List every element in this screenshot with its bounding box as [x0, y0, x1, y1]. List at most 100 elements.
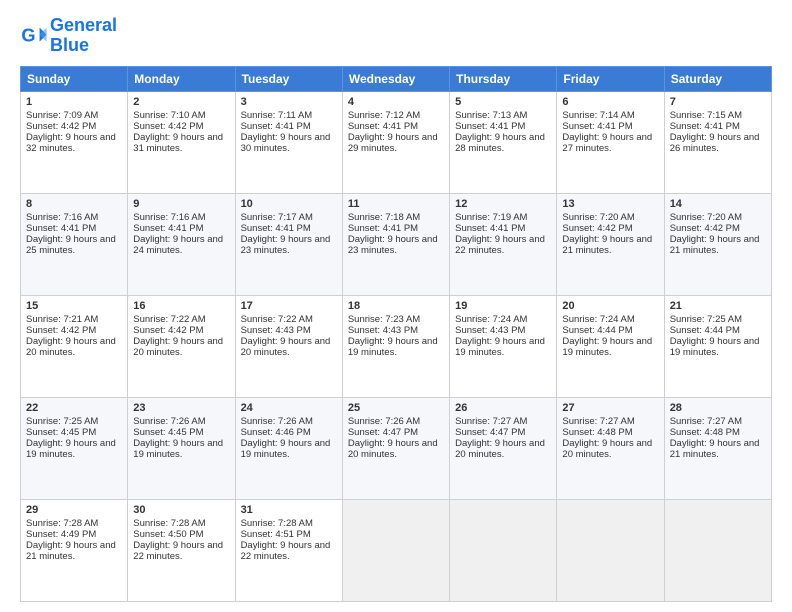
- sunrise: Sunrise: 7:20 AM: [670, 212, 742, 223]
- day-number: 22: [26, 402, 122, 414]
- sunrise: Sunrise: 7:16 AM: [133, 212, 205, 223]
- sunset: Sunset: 4:42 PM: [26, 325, 96, 336]
- sunrise: Sunrise: 7:26 AM: [348, 416, 420, 427]
- sunset: Sunset: 4:50 PM: [133, 529, 203, 540]
- daylight: Daylight: 9 hours and 19 minutes.: [133, 438, 223, 460]
- day-number: 5: [455, 96, 551, 108]
- sunset: Sunset: 4:43 PM: [348, 325, 418, 336]
- sunrise: Sunrise: 7:23 AM: [348, 314, 420, 325]
- sunset: Sunset: 4:51 PM: [241, 529, 311, 540]
- calendar-cell: 7 Sunrise: 7:15 AM Sunset: 4:41 PM Dayli…: [664, 91, 771, 193]
- calendar-cell: 28 Sunrise: 7:27 AM Sunset: 4:48 PM Dayl…: [664, 397, 771, 499]
- daylight: Daylight: 9 hours and 22 minutes.: [455, 234, 545, 256]
- week-row-1: 1 Sunrise: 7:09 AM Sunset: 4:42 PM Dayli…: [21, 91, 772, 193]
- col-header-monday: Monday: [128, 66, 235, 91]
- sunset: Sunset: 4:45 PM: [26, 427, 96, 438]
- calendar-cell: 14 Sunrise: 7:20 AM Sunset: 4:42 PM Dayl…: [664, 193, 771, 295]
- calendar-cell: 17 Sunrise: 7:22 AM Sunset: 4:43 PM Dayl…: [235, 295, 342, 397]
- calendar-cell: 30 Sunrise: 7:28 AM Sunset: 4:50 PM Dayl…: [128, 499, 235, 601]
- calendar-cell: 9 Sunrise: 7:16 AM Sunset: 4:41 PM Dayli…: [128, 193, 235, 295]
- calendar-cell: 24 Sunrise: 7:26 AM Sunset: 4:46 PM Dayl…: [235, 397, 342, 499]
- calendar-cell: 5 Sunrise: 7:13 AM Sunset: 4:41 PM Dayli…: [450, 91, 557, 193]
- day-number: 31: [241, 504, 337, 516]
- sunset: Sunset: 4:43 PM: [241, 325, 311, 336]
- sunrise: Sunrise: 7:27 AM: [670, 416, 742, 427]
- day-number: 19: [455, 300, 551, 312]
- sunrise: Sunrise: 7:25 AM: [26, 416, 98, 427]
- sunrise: Sunrise: 7:12 AM: [348, 110, 420, 121]
- sunrise: Sunrise: 7:10 AM: [133, 110, 205, 121]
- sunrise: Sunrise: 7:27 AM: [455, 416, 527, 427]
- daylight: Daylight: 9 hours and 20 minutes.: [26, 336, 116, 358]
- sunrise: Sunrise: 7:15 AM: [670, 110, 742, 121]
- sunrise: Sunrise: 7:24 AM: [455, 314, 527, 325]
- day-number: 2: [133, 96, 229, 108]
- day-number: 12: [455, 198, 551, 210]
- sunrise: Sunrise: 7:27 AM: [562, 416, 634, 427]
- logo-text: General Blue: [50, 16, 117, 56]
- daylight: Daylight: 9 hours and 19 minutes.: [670, 336, 760, 358]
- sunset: Sunset: 4:41 PM: [562, 121, 632, 132]
- sunrise: Sunrise: 7:22 AM: [133, 314, 205, 325]
- sunrise: Sunrise: 7:26 AM: [133, 416, 205, 427]
- sunset: Sunset: 4:41 PM: [348, 223, 418, 234]
- sunrise: Sunrise: 7:28 AM: [26, 518, 98, 529]
- calendar-cell: 2 Sunrise: 7:10 AM Sunset: 4:42 PM Dayli…: [128, 91, 235, 193]
- daylight: Daylight: 9 hours and 22 minutes.: [241, 540, 331, 562]
- day-number: 17: [241, 300, 337, 312]
- calendar-cell: 16 Sunrise: 7:22 AM Sunset: 4:42 PM Dayl…: [128, 295, 235, 397]
- day-number: 28: [670, 402, 766, 414]
- day-number: 29: [26, 504, 122, 516]
- daylight: Daylight: 9 hours and 22 minutes.: [133, 540, 223, 562]
- daylight: Daylight: 9 hours and 20 minutes.: [133, 336, 223, 358]
- daylight: Daylight: 9 hours and 21 minutes.: [670, 438, 760, 460]
- day-number: 20: [562, 300, 658, 312]
- day-number: 10: [241, 198, 337, 210]
- sunset: Sunset: 4:47 PM: [455, 427, 525, 438]
- calendar-cell: 29 Sunrise: 7:28 AM Sunset: 4:49 PM Dayl…: [21, 499, 128, 601]
- sunrise: Sunrise: 7:28 AM: [133, 518, 205, 529]
- calendar: SundayMondayTuesdayWednesdayThursdayFrid…: [20, 66, 772, 602]
- daylight: Daylight: 9 hours and 30 minutes.: [241, 132, 331, 154]
- sunset: Sunset: 4:42 PM: [133, 121, 203, 132]
- day-number: 8: [26, 198, 122, 210]
- sunset: Sunset: 4:42 PM: [26, 121, 96, 132]
- sunset: Sunset: 4:42 PM: [562, 223, 632, 234]
- sunset: Sunset: 4:48 PM: [562, 427, 632, 438]
- calendar-cell: 12 Sunrise: 7:19 AM Sunset: 4:41 PM Dayl…: [450, 193, 557, 295]
- col-header-tuesday: Tuesday: [235, 66, 342, 91]
- calendar-cell: 26 Sunrise: 7:27 AM Sunset: 4:47 PM Dayl…: [450, 397, 557, 499]
- logo-icon: G: [20, 22, 48, 50]
- col-header-sunday: Sunday: [21, 66, 128, 91]
- sunset: Sunset: 4:44 PM: [670, 325, 740, 336]
- header: G General Blue: [20, 16, 772, 56]
- sunrise: Sunrise: 7:17 AM: [241, 212, 313, 223]
- day-number: 4: [348, 96, 444, 108]
- daylight: Daylight: 9 hours and 24 minutes.: [133, 234, 223, 256]
- calendar-cell: 23 Sunrise: 7:26 AM Sunset: 4:45 PM Dayl…: [128, 397, 235, 499]
- sunset: Sunset: 4:44 PM: [562, 325, 632, 336]
- daylight: Daylight: 9 hours and 19 minutes.: [348, 336, 438, 358]
- daylight: Daylight: 9 hours and 28 minutes.: [455, 132, 545, 154]
- day-number: 6: [562, 96, 658, 108]
- sunset: Sunset: 4:42 PM: [670, 223, 740, 234]
- calendar-cell: 1 Sunrise: 7:09 AM Sunset: 4:42 PM Dayli…: [21, 91, 128, 193]
- day-number: 23: [133, 402, 229, 414]
- day-number: 18: [348, 300, 444, 312]
- daylight: Daylight: 9 hours and 23 minutes.: [241, 234, 331, 256]
- sunset: Sunset: 4:41 PM: [133, 223, 203, 234]
- calendar-cell: 19 Sunrise: 7:24 AM Sunset: 4:43 PM Dayl…: [450, 295, 557, 397]
- sunset: Sunset: 4:41 PM: [241, 223, 311, 234]
- sunset: Sunset: 4:41 PM: [455, 121, 525, 132]
- calendar-cell: 8 Sunrise: 7:16 AM Sunset: 4:41 PM Dayli…: [21, 193, 128, 295]
- sunset: Sunset: 4:43 PM: [455, 325, 525, 336]
- col-header-friday: Friday: [557, 66, 664, 91]
- daylight: Daylight: 9 hours and 19 minutes.: [26, 438, 116, 460]
- col-header-wednesday: Wednesday: [342, 66, 449, 91]
- sunset: Sunset: 4:45 PM: [133, 427, 203, 438]
- calendar-cell: [664, 499, 771, 601]
- day-number: 13: [562, 198, 658, 210]
- calendar-cell: 4 Sunrise: 7:12 AM Sunset: 4:41 PM Dayli…: [342, 91, 449, 193]
- sunset: Sunset: 4:42 PM: [133, 325, 203, 336]
- day-number: 24: [241, 402, 337, 414]
